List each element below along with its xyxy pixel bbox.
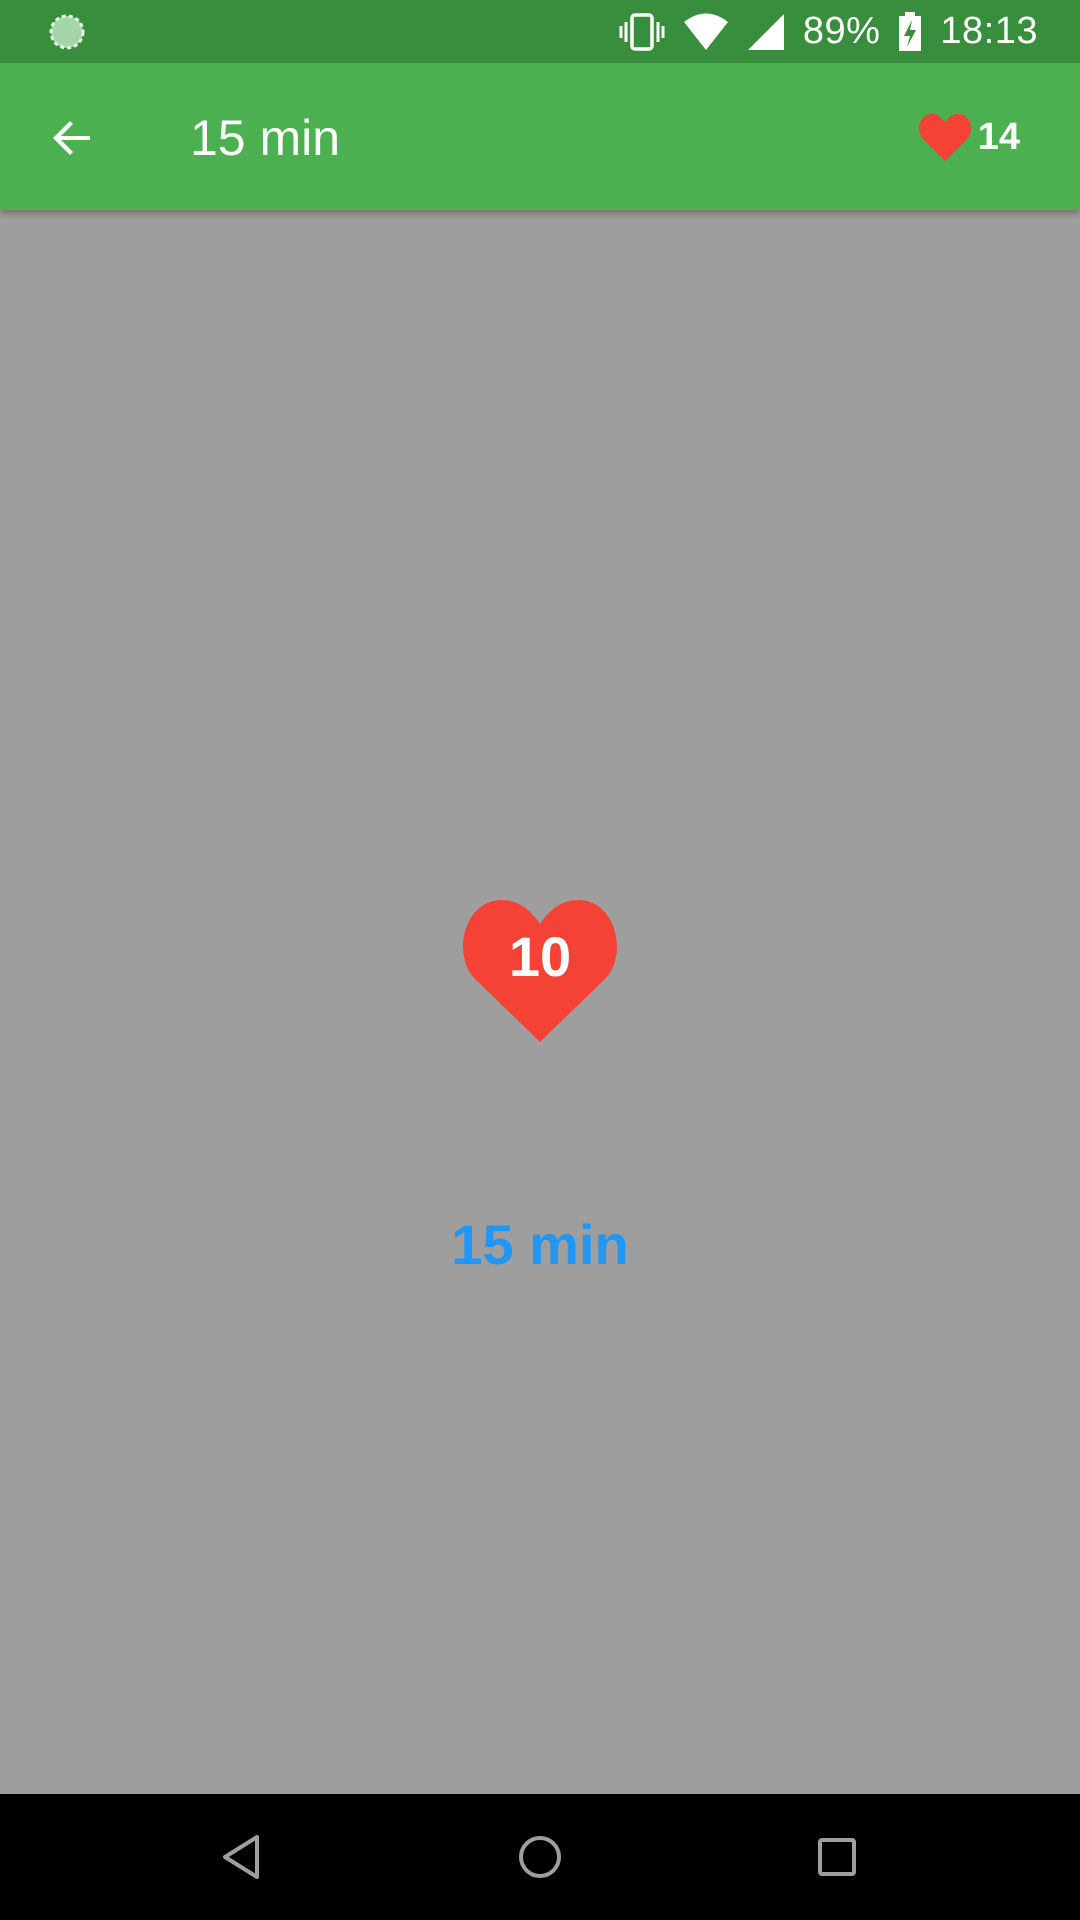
nav-back-icon [223, 1835, 259, 1879]
loading-circle-icon [49, 14, 85, 50]
heart-badge[interactable]: 10 [460, 898, 620, 1044]
screen: 89% 18:13 15 min 14 10 15 min [0, 0, 1080, 1920]
back-button[interactable] [36, 102, 108, 174]
clock: 18:13 [940, 10, 1038, 52]
nav-recents-icon [818, 1838, 856, 1876]
nav-home-button[interactable] [500, 1817, 580, 1897]
heart-value: 10 [508, 925, 572, 988]
cell-signal-icon [747, 13, 784, 50]
app-bar: 15 min 14 [0, 63, 1080, 210]
page-title: 15 min [190, 110, 341, 166]
nav-recents-button[interactable] [797, 1817, 877, 1897]
duration-label[interactable]: 15 min [0, 1210, 1080, 1280]
heart-icon [918, 114, 971, 161]
vibrate-icon [619, 12, 665, 51]
nav-back-button[interactable] [201, 1817, 281, 1897]
nav-home-icon [519, 1836, 561, 1878]
status-bar: 89% 18:13 [0, 0, 1080, 63]
battery-charging-icon [899, 11, 922, 51]
status-icons: 89% 18:13 [619, 0, 1038, 63]
lives-indicator[interactable]: 14 [918, 107, 1020, 167]
main-content: 10 15 min [0, 210, 1080, 1794]
lives-count: 14 [977, 115, 1020, 158]
wifi-icon [683, 13, 728, 50]
battery-percent: 89% [802, 10, 881, 52]
navigation-bar [0, 1794, 1080, 1920]
arrow-back-icon [53, 121, 90, 155]
